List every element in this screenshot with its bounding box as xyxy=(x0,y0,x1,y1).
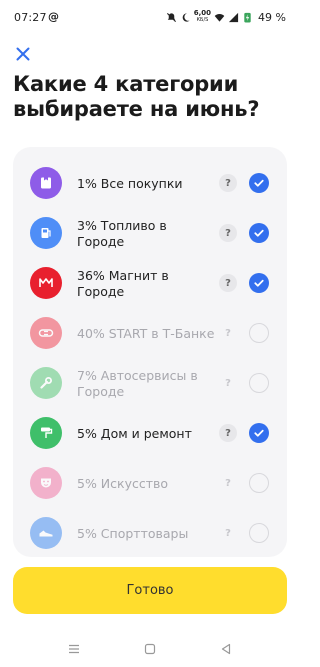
category-label: 5% Дом и ремонт xyxy=(77,426,192,441)
category-label: 5% Спорттовары xyxy=(77,526,189,541)
shopping-bag-icon xyxy=(30,167,62,199)
signal-icon xyxy=(228,12,239,22)
network-speed-unit: КБ/S xyxy=(196,17,209,23)
help-button[interactable]: ? xyxy=(219,524,237,542)
network-speed-value: 6,00 xyxy=(193,9,212,17)
category-list: 1% Все покупки ? 3% Топливо в Городе ? 3… xyxy=(13,147,287,557)
category-row-home-repair[interactable]: 5% Дом и ремонт ? xyxy=(13,404,287,454)
checkmark-icon xyxy=(254,179,264,187)
notification-at-icon: @ xyxy=(48,10,59,23)
checkmark-icon xyxy=(254,279,264,287)
done-button[interactable]: Готово xyxy=(13,567,287,614)
category-label: 1% Все покупки xyxy=(77,176,183,191)
checkmark-icon xyxy=(254,429,264,437)
category-row-magnit[interactable]: 36% Магнит в Городе ? xyxy=(13,254,287,304)
category-checkbox[interactable] xyxy=(249,223,269,243)
category-label: 7% Автосервисы в Городе xyxy=(77,368,198,399)
category-label: 3% Топливо в Городе xyxy=(77,218,167,249)
category-checkbox[interactable] xyxy=(249,523,269,543)
category-row-fuel[interactable]: 3% Топливо в Городе ? xyxy=(13,204,287,254)
network-speed: 6,00 КБ/S xyxy=(194,10,211,24)
category-label: 36% Магнит в Городе xyxy=(77,268,169,299)
category-row-all-purchases[interactable]: 1% Все покупки ? xyxy=(13,154,287,204)
recent-apps-icon[interactable] xyxy=(67,642,81,656)
theater-mask-icon xyxy=(30,467,62,499)
battery-percent: 49 % xyxy=(258,10,286,24)
back-icon[interactable] xyxy=(219,642,233,656)
category-checkbox[interactable] xyxy=(249,423,269,443)
category-row-sports[interactable]: 5% Спорттовары ? xyxy=(13,504,287,554)
help-button[interactable]: ? xyxy=(219,474,237,492)
help-button[interactable]: ? xyxy=(219,424,237,442)
checkmark-icon xyxy=(254,229,264,237)
paint-roller-icon xyxy=(30,417,62,449)
status-bar: 07:27 @ 6,00 КБ/S 49 % xyxy=(0,0,300,34)
help-button[interactable]: ? xyxy=(219,274,237,292)
category-label: 5% Искусство xyxy=(77,476,169,491)
system-nav-bar xyxy=(0,630,300,667)
battery-saver-icon xyxy=(244,12,251,23)
category-row-car-service[interactable]: 7% Автосервисы в Городе ? xyxy=(13,354,287,404)
start-logo-icon xyxy=(30,317,62,349)
status-time: 07:27 xyxy=(14,11,47,24)
category-row-start[interactable]: 40% START в Т-Банке ? xyxy=(13,304,287,354)
category-checkbox[interactable] xyxy=(249,323,269,343)
home-icon[interactable] xyxy=(143,642,157,656)
close-button[interactable] xyxy=(13,44,33,64)
status-icons: 6,00 КБ/S 49 % xyxy=(166,9,286,25)
category-checkbox[interactable] xyxy=(249,173,269,193)
help-button[interactable]: ? xyxy=(219,174,237,192)
help-button[interactable]: ? xyxy=(219,224,237,242)
magnit-logo-icon xyxy=(30,267,62,299)
close-icon xyxy=(16,47,30,61)
category-checkbox[interactable] xyxy=(249,273,269,293)
page-title: Какие 4 категории выбираете на июнь? xyxy=(13,72,260,121)
category-row-art[interactable]: 5% Искусство ? xyxy=(13,454,287,504)
do-not-disturb-icon xyxy=(182,12,190,22)
category-checkbox[interactable] xyxy=(249,473,269,493)
category-checkbox[interactable] xyxy=(249,373,269,393)
wrench-icon xyxy=(30,367,62,399)
fuel-pump-icon xyxy=(30,217,62,249)
help-button[interactable]: ? xyxy=(219,374,237,392)
silent-mode-icon xyxy=(166,12,176,22)
sneaker-icon xyxy=(30,517,62,549)
category-label: 40% START в Т-Банке xyxy=(77,326,215,341)
wifi-icon xyxy=(214,13,225,22)
help-button[interactable]: ? xyxy=(219,324,237,342)
